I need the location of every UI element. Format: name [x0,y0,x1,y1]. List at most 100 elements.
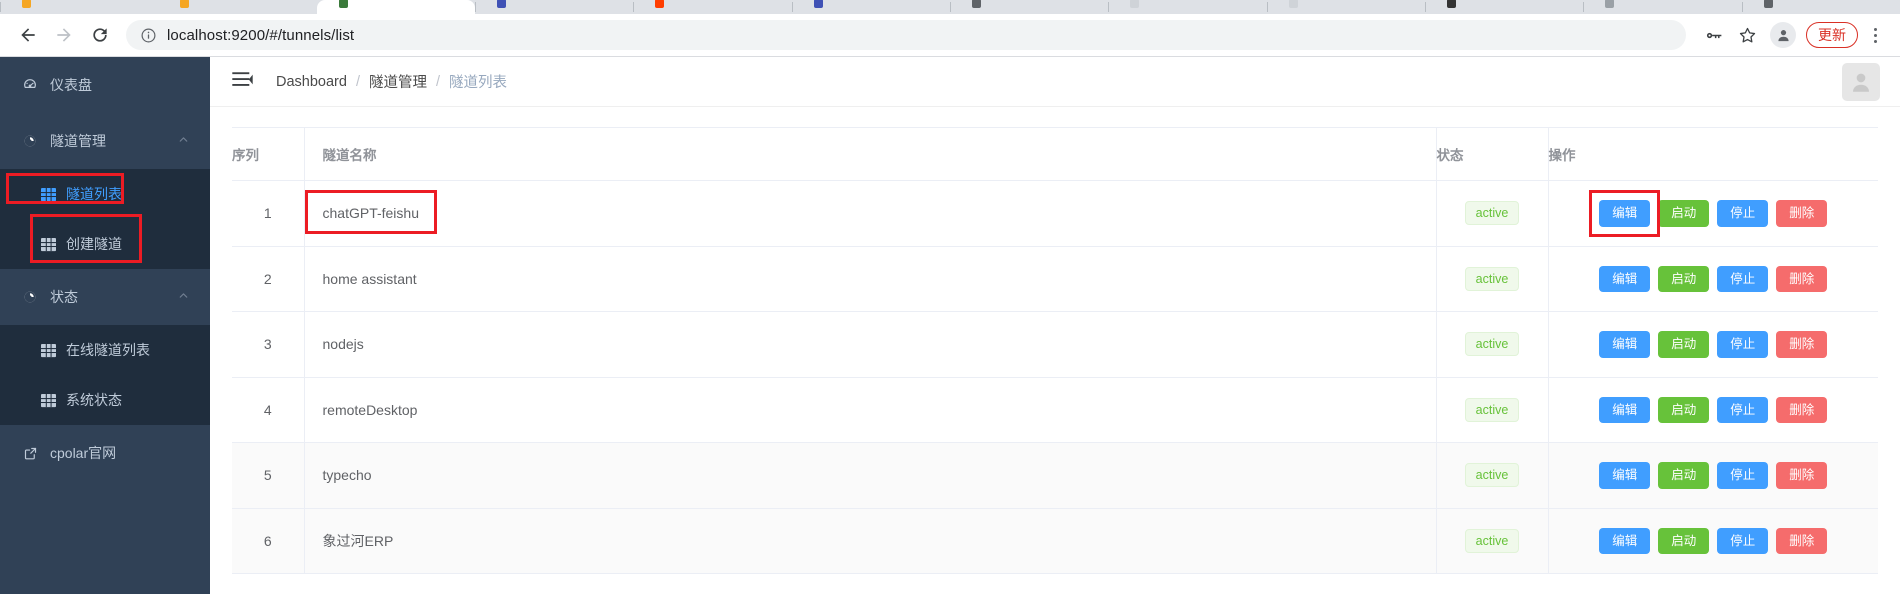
tab-favicon-icon [972,0,981,8]
delete-button-wrap: 删除 [1776,331,1828,358]
breadcrumb: Dashboard / 隧道管理 / 隧道列表 [276,71,507,92]
edit-button[interactable]: 编辑 [1599,200,1651,227]
stop-button[interactable]: 停止 [1717,527,1769,554]
browser-toolbar: localhost:9200/#/tunnels/list 更新 [0,14,1900,57]
cell-sequence: 3 [232,311,304,378]
stop-button[interactable]: 停止 [1717,462,1769,489]
table-grid-icon [40,187,56,202]
sidebar-group-status[interactable]: 状态 [0,269,210,325]
tab-favicon-icon [22,0,31,8]
browser-tab-strip[interactable] [0,0,1900,14]
cell-operations: 编辑 启动 停止 删除 [1547,180,1878,247]
table-grid-icon [40,237,56,252]
cell-status: active [1435,246,1548,312]
table-grid-icon [40,393,56,408]
delete-button-wrap: 删除 [1776,200,1828,227]
cell-sequence: 4 [232,377,304,443]
stop-button-wrap: 停止 [1717,200,1769,227]
sidebar-item-cpolar-website[interactable]: cpolar官网 [0,425,210,481]
column-header-status: 状态 [1435,127,1548,181]
start-button[interactable]: 启动 [1658,265,1710,292]
dashboard-speedometer-icon [20,77,40,93]
tab-separator [1108,2,1110,12]
browser-chrome: localhost:9200/#/tunnels/list 更新 [0,0,1900,57]
start-button[interactable]: 启动 [1658,396,1710,423]
start-button[interactable]: 启动 [1658,527,1710,554]
delete-button[interactable]: 删除 [1776,265,1828,292]
delete-button-wrap: 删除 [1776,527,1828,554]
delete-button[interactable]: 删除 [1776,462,1828,489]
tab-separator [1425,2,1426,12]
start-button[interactable]: 启动 [1658,200,1710,227]
cell-tunnel-name: 象过河ERP [303,508,1436,574]
stop-button-wrap: 停止 [1717,462,1769,489]
stop-button[interactable]: 停止 [1717,265,1769,292]
sidebar-item-dashboard[interactable]: 仪表盘 [0,57,210,113]
delete-button[interactable]: 删除 [1776,527,1828,554]
edit-button[interactable]: 编辑 [1599,462,1651,489]
tab-separator [791,2,793,12]
sidebar-item-tunnel-list[interactable]: 隧道列表 [0,169,210,219]
breadcrumb-item-tunnel-manage[interactable]: 隧道管理 [369,71,427,92]
stop-button-wrap: 停止 [1717,265,1769,292]
stop-button[interactable]: 停止 [1717,200,1769,227]
tab-favicon-icon [1288,0,1298,8]
kebab-menu-icon [1873,27,1877,31]
delete-button[interactable]: 删除 [1776,331,1828,358]
bookmark-star-icon [1739,27,1755,42]
edit-button[interactable]: 编辑 [1599,265,1651,292]
cell-tunnel-name: home assistant [303,246,1436,312]
sidebar-item-create-tunnel[interactable]: 创建隧道 [0,219,210,269]
delete-button[interactable]: 删除 [1776,200,1828,227]
sidebar-item-system-status[interactable]: 系统状态 [0,375,210,425]
edit-button[interactable]: 编辑 [1599,396,1651,423]
edit-button[interactable]: 编辑 [1599,331,1651,358]
bookmark-button[interactable] [1732,20,1762,50]
tab-separator [950,2,951,12]
back-button[interactable] [12,19,44,51]
edit-button[interactable]: 编辑 [1599,527,1651,554]
sidebar-group-tunnel-manage[interactable]: 隧道管理 [0,113,210,169]
browser-profile-button[interactable] [1770,22,1796,48]
table-row: 2 home assistant active 编辑 启动 停止 删除 [232,246,1878,312]
site-info-icon[interactable] [140,27,157,44]
breadcrumb-item-dashboard[interactable]: Dashboard [276,74,347,90]
forward-button[interactable] [48,19,80,51]
table-grid-icon [40,343,56,358]
start-button-wrap: 启动 [1658,200,1710,227]
browser-menu-button[interactable] [1862,20,1888,50]
hamburger-collapse-icon[interactable] [232,71,254,93]
delete-button[interactable]: 删除 [1776,396,1828,423]
top-navbar: Dashboard / 隧道管理 / 隧道列表 [210,57,1900,107]
table-row: 4 remoteDesktop active 编辑 启动 停止 删除 [232,377,1878,443]
table-row: 1 chatGPT-feishu active 编辑 启动 停止 删除 [232,180,1878,247]
table-head: 序列 隧道名称 状态 操作 [232,127,1878,181]
main-content: Dashboard / 隧道管理 / 隧道列表 序列 隧道名称 状态 操作 1 … [210,57,1900,594]
sidebar-submenu-status: 在线隧道列表 系统状态 [0,325,210,425]
status-badge: active [1464,528,1520,553]
avatar[interactable] [1842,62,1880,101]
password-key-button[interactable] [1698,20,1728,50]
tunnels-table: 序列 隧道名称 状态 操作 1 chatGPT-feishu active 编辑 启动停… [232,127,1878,574]
address-bar[interactable]: localhost:9200/#/tunnels/list [126,20,1686,50]
cell-status: active [1435,377,1548,443]
sidebar-item-online-tunnel-list[interactable]: 在线隧道列表 [0,325,210,375]
tab-separator [633,2,635,12]
tunnel-name-text: home assistant [322,270,417,287]
start-button[interactable]: 启动 [1658,331,1710,358]
cell-operations: 编辑 启动 停止 删除 [1547,377,1879,443]
reload-button[interactable] [84,19,116,51]
cell-status: active [1435,508,1548,574]
sidebar-item-label: 在线隧道列表 [66,342,150,358]
cell-tunnel-name: typecho [303,442,1436,509]
stop-button[interactable]: 停止 [1717,331,1769,358]
stop-button[interactable]: 停止 [1717,396,1769,423]
address-bar-text[interactable]: localhost:9200/#/tunnels/list [167,27,354,44]
start-button[interactable]: 启动 [1658,462,1710,489]
update-button[interactable]: 更新 [1806,22,1858,48]
action-button-group: 编辑 启动 停止 删除 [1549,396,1879,423]
tab-favicon-icon [180,0,190,8]
cell-operations: 编辑 启动 停止 删除 [1547,508,1878,574]
tab-favicon-icon [1605,0,1615,8]
tab-separator [1266,2,1268,12]
